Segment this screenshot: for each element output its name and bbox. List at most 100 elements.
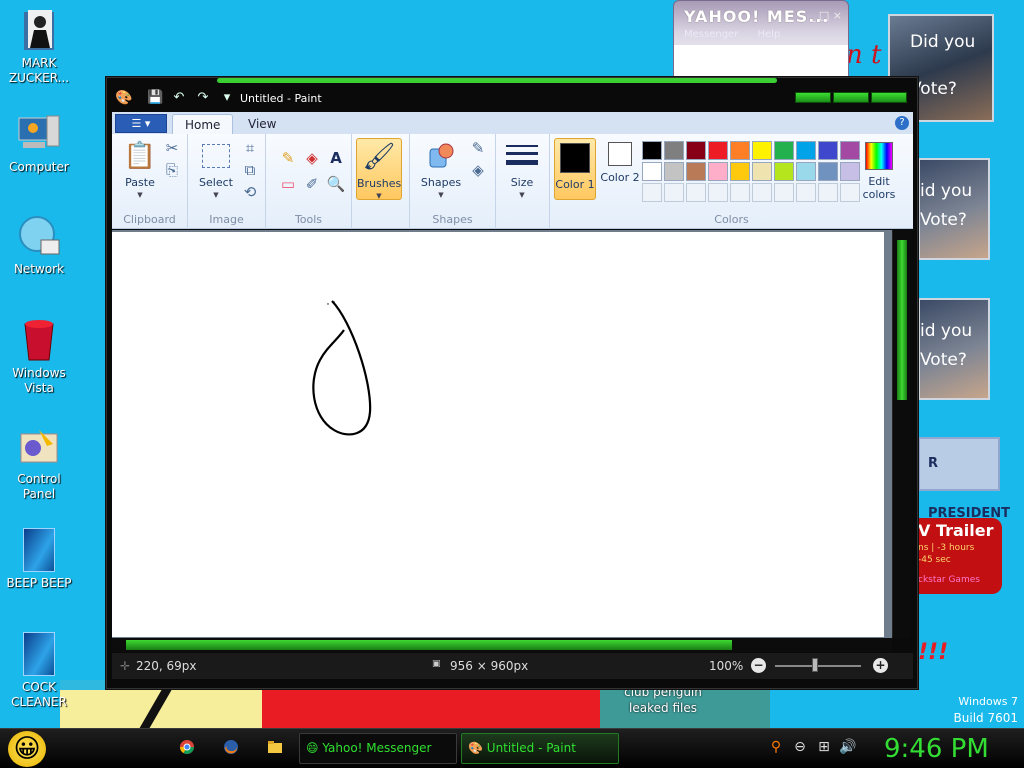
vertical-scrollbar[interactable] <box>892 230 910 638</box>
yahoo-smiley-icon: 😄 <box>306 741 319 755</box>
magnifier-icon[interactable]: 🔍 <box>326 174 346 194</box>
palette-swatch[interactable] <box>664 162 684 181</box>
palette-swatch[interactable] <box>708 162 728 181</box>
volume-icon[interactable]: 🔊 <box>839 739 857 755</box>
palette-swatch[interactable] <box>818 162 838 181</box>
palette-swatch[interactable] <box>686 183 706 202</box>
palette-swatch[interactable] <box>774 162 794 181</box>
undo-icon[interactable]: ↶ <box>171 90 187 105</box>
cut-icon[interactable]: ✂ <box>162 138 182 158</box>
build-line-1: Windows 7 <box>958 695 1018 708</box>
text-icon[interactable]: A <box>326 148 346 168</box>
help-icon[interactable]: ? <box>895 116 909 130</box>
palette-swatch[interactable] <box>686 162 706 181</box>
palette-swatch[interactable] <box>752 141 772 160</box>
crop-icon[interactable]: ⌗ <box>240 138 260 158</box>
desktop-icon-network[interactable]: Network <box>2 214 76 277</box>
palette-swatch[interactable] <box>796 162 816 181</box>
close-button[interactable] <box>871 92 907 103</box>
colors-label: Colors <box>714 213 749 226</box>
palette-swatch[interactable] <box>642 183 662 202</box>
file-menu-button[interactable]: ☰ ▾ <box>115 114 167 133</box>
scroll-thumb[interactable] <box>126 640 732 650</box>
task-yahoo-messenger[interactable]: 😄 Yahoo! Messenger <box>299 733 457 764</box>
eraser-icon[interactable]: ▭ <box>278 174 298 194</box>
chrome-icon[interactable] <box>178 739 196 757</box>
palette-swatch[interactable] <box>730 183 750 202</box>
palette-swatch[interactable] <box>730 141 750 160</box>
desktop-icon-control-panel[interactable]: Control Panel <box>2 424 76 502</box>
yahoo-window-controls[interactable]: _ □ × <box>810 9 842 22</box>
customize-qat-icon[interactable]: ▾ <box>219 90 235 105</box>
palette-swatch[interactable] <box>774 141 794 160</box>
palette-swatch[interactable] <box>752 183 772 202</box>
zoom-out-button[interactable]: − <box>751 658 766 673</box>
palette-swatch[interactable] <box>796 141 816 160</box>
save-icon[interactable]: 💾 <box>147 90 163 105</box>
firefox-icon[interactable] <box>222 739 240 757</box>
card-line-2: Vote? <box>920 210 967 230</box>
folder-icon[interactable] <box>266 739 284 757</box>
canvas-size-icon: ▣ <box>432 659 441 669</box>
color1-button[interactable]: Color 1 <box>554 138 596 200</box>
palette-swatch[interactable] <box>796 183 816 202</box>
start-button[interactable]: 😀 <box>8 731 46 767</box>
yahoo-menu-help[interactable]: Help <box>758 29 781 40</box>
palette-swatch[interactable] <box>708 141 728 160</box>
palette-swatch[interactable] <box>642 141 662 160</box>
desktop-icon-windows-vista[interactable]: Windows Vista <box>2 318 76 396</box>
drawing-canvas[interactable] <box>112 232 884 637</box>
search-icon[interactable]: ⚲ <box>767 739 785 755</box>
palette-swatch[interactable] <box>664 183 684 202</box>
copy-icon[interactable]: ⎘ <box>162 160 182 180</box>
outline-icon[interactable]: ✎ <box>468 138 488 158</box>
scroll-thumb[interactable] <box>897 240 907 400</box>
palette-swatch[interactable] <box>774 183 794 202</box>
wallpaper-red-shape <box>262 690 622 730</box>
palette-swatch[interactable] <box>818 141 838 160</box>
palette-swatch[interactable] <box>664 141 684 160</box>
zoom-slider-track[interactable] <box>775 665 861 667</box>
desktop-icon-cock-cleaner[interactable]: COCK CLEANER <box>2 632 76 710</box>
size-button[interactable]: Size ▼ <box>502 140 542 202</box>
zoom-in-button[interactable]: + <box>873 658 888 673</box>
yahoo-messenger-window[interactable]: YAHOO! MES... _ □ × Messenger Help <box>673 0 849 80</box>
desktop-icon-computer[interactable]: Computer <box>2 112 76 175</box>
paint-app-icon[interactable]: 🎨 <box>115 90 132 106</box>
shapes-button[interactable]: Shapes ▼ <box>416 140 466 202</box>
redo-icon[interactable]: ↷ <box>195 90 211 105</box>
colors-group: Color 1 Color 2 Edit colors Colors <box>550 134 913 229</box>
palette-swatch[interactable] <box>708 183 728 202</box>
palette-swatch[interactable] <box>686 141 706 160</box>
resize-icon[interactable]: ⧉ <box>240 160 260 180</box>
palette-swatch[interactable] <box>818 183 838 202</box>
palette-swatch[interactable] <box>730 162 750 181</box>
zoom-slider-knob[interactable] <box>812 658 818 672</box>
color-picker-icon[interactable]: ✐ <box>302 174 322 194</box>
task-paint[interactable]: 🎨 Untitled - Paint <box>461 733 619 764</box>
tab-home[interactable]: Home <box>172 114 234 134</box>
clock[interactable]: 9:46 PM <box>884 731 989 767</box>
fill-icon[interactable]: ◈ <box>302 148 322 168</box>
palette-swatch[interactable] <box>642 162 662 181</box>
minimize-button[interactable] <box>795 92 831 103</box>
maximize-button[interactable] <box>833 92 869 103</box>
pencil-icon[interactable]: ✎ <box>278 148 298 168</box>
rotate-icon[interactable]: ⟲ <box>240 182 260 202</box>
brushes-button[interactable]: 🖌 Brushes ▼ <box>356 138 402 200</box>
paste-button[interactable]: 📋 Paste ▼ <box>120 140 160 202</box>
minus-circle-icon[interactable]: ⊖ <box>791 739 809 755</box>
desktop-icon-mark-zucker[interactable]: MARK ZUCKER... <box>2 8 76 86</box>
paint-titlebar[interactable]: 🎨 💾 ↶ ↷ ▾ Untitled - Paint <box>107 86 917 112</box>
network-tray-icon[interactable]: ⊞ <box>815 739 833 755</box>
yahoo-menu-messenger[interactable]: Messenger <box>684 29 738 40</box>
shape-fill-icon[interactable]: ◈ <box>468 160 488 180</box>
palette-swatch[interactable] <box>752 162 772 181</box>
color2-button[interactable]: Color 2 <box>600 142 640 184</box>
horizontal-scrollbar[interactable] <box>112 638 892 652</box>
tab-view[interactable]: View <box>236 114 288 134</box>
desktop-icon-beep-beep[interactable]: BEEP BEEP <box>2 528 76 591</box>
select-button[interactable]: Select ▼ <box>196 140 236 202</box>
edit-colors-button[interactable]: Edit colors <box>856 142 902 201</box>
edit-colors-label: Edit colors <box>862 175 896 201</box>
